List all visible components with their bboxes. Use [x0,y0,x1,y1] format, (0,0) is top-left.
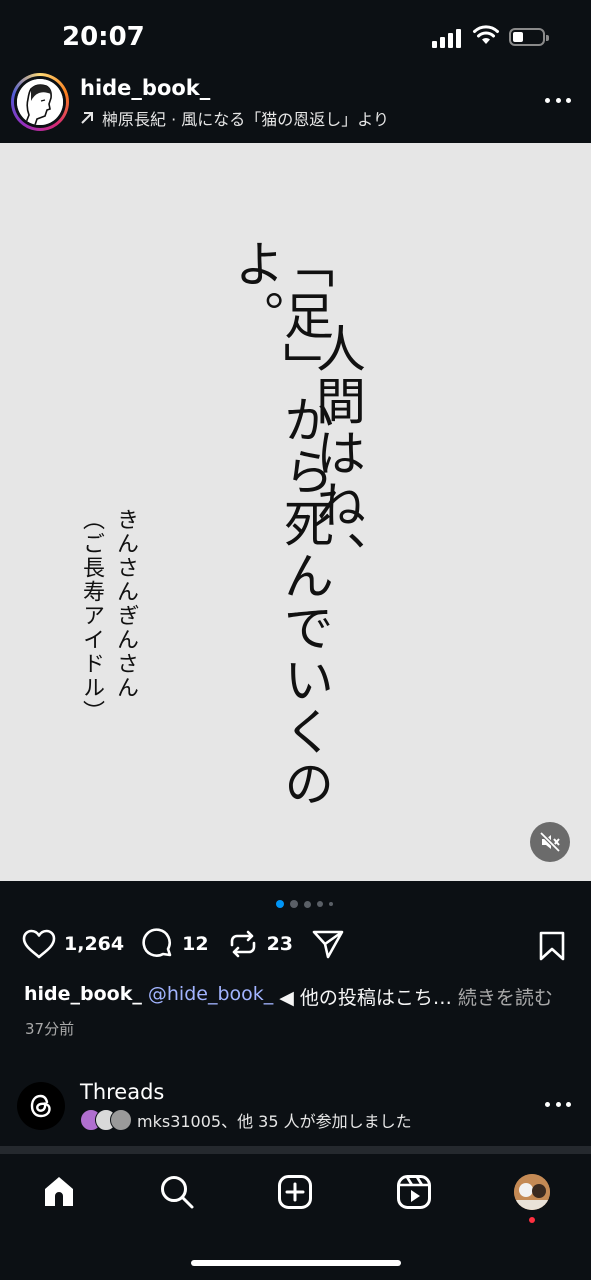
notification-dot [529,1217,535,1223]
like-count: 1,264 [64,933,125,955]
share-icon [312,930,344,959]
threads-icon [30,1094,51,1118]
threads-title[interactable]: Threads [80,1080,164,1104]
carousel-dot [304,900,311,908]
like-button[interactable]: 1,264 [22,929,124,959]
threads-joined[interactable]: mks31005、他 35 人が参加しました [80,1108,412,1132]
tab-create[interactable] [275,1172,315,1212]
tab-home[interactable] [39,1172,79,1212]
mute-button[interactable] [530,822,570,862]
mute-icon [539,831,561,853]
comment-count: 12 [182,933,209,955]
wifi-icon [472,24,500,50]
post-caption[interactable]: hide_book_ @hide_book_ ◀ 他の投稿はこち… 続きを読む [24,983,553,1010]
post-more-button[interactable] [545,98,571,104]
divider [0,1146,591,1154]
reels-icon [397,1175,431,1209]
caption-mention[interactable]: @hide_book_ [148,983,273,1010]
post-timestamp: 37分前 [25,1020,75,1038]
status-time: 20:07 [62,22,145,52]
quote-speaker-note: （ご長寿アイドル） [79,508,104,724]
post-image[interactable]: 人間はね、 「足」から死んでいくのよ。 きんさんぎんさん （ご長寿アイドル） [0,143,591,881]
joined-text: mks31005、他 35 人が参加しました [137,1112,412,1131]
bookmark-button[interactable] [538,930,566,966]
bookmark-icon [539,931,565,961]
comment-button[interactable]: 12 [142,928,209,960]
story-avatar[interactable] [11,73,69,131]
post-username[interactable]: hide_book_ [80,76,210,100]
profile-avatar [514,1174,550,1210]
carousel-dot [329,902,333,906]
comment-icon [142,928,172,957]
avatar [110,1109,132,1131]
threads-more-button[interactable] [545,1102,571,1108]
home-indicator[interactable] [191,1260,401,1266]
heart-icon [22,929,56,959]
caption-more-link[interactable]: 続きを読む [458,983,553,1010]
caption-text: ◀ 他の投稿はこち… [279,987,452,1009]
tab-search[interactable] [157,1172,197,1212]
carousel-dot [290,900,298,908]
avatar [17,79,63,125]
attribution-text: 榊原長紀 · 風になる「猫の恩返し」より [102,110,389,129]
quote-speaker: きんさんぎんさん [113,508,138,700]
quote-line-2: 「足」から死んでいくのよ。 [226,238,334,810]
caption-username[interactable]: hide_book_ [24,983,142,1010]
repost-button[interactable]: 23 [227,928,293,960]
create-icon [278,1175,312,1209]
home-icon [45,1177,73,1206]
post-actions: 1,264 12 23 [22,928,363,960]
repost-icon [230,930,255,958]
tab-profile[interactable] [512,1172,552,1212]
repost-count: 23 [266,933,294,955]
threads-logo[interactable] [17,1082,65,1130]
cellular-signal-icon [432,28,461,48]
share-button[interactable] [311,928,345,960]
carousel-indicator [276,900,333,908]
tab-reels[interactable] [394,1172,434,1212]
arrow-up-right-icon [81,112,93,124]
post-attribution[interactable]: 榊原長紀 · 風になる「猫の恩返し」より [80,106,389,130]
search-icon [161,1176,194,1209]
carousel-dot [276,900,284,908]
joined-avatars [80,1109,132,1131]
battery-icon [509,28,549,46]
carousel-dot [317,901,323,907]
